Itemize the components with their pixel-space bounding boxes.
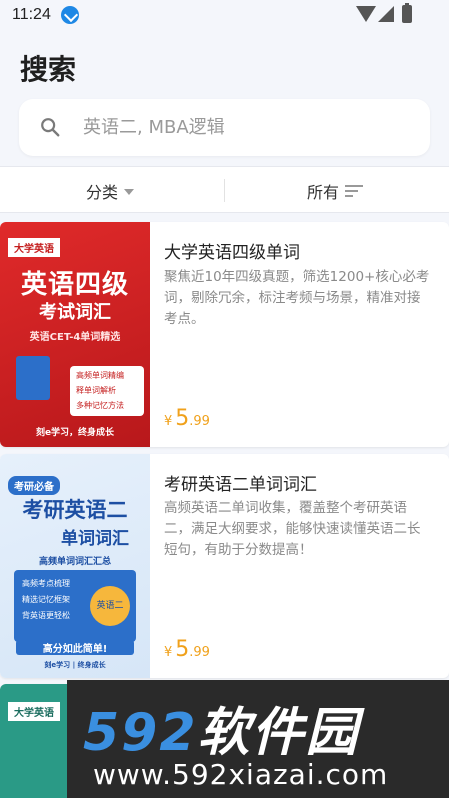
- search-input[interactable]: [83, 112, 403, 142]
- search-box[interactable]: [19, 99, 430, 156]
- watermark-logo: 592软件园 www.592xiazai.com: [67, 680, 449, 798]
- price-decimal: .99: [189, 645, 210, 660]
- watermark-numbers: 592: [83, 703, 198, 763]
- cover-title: 英语四级: [20, 270, 129, 300]
- filter-divider: [224, 179, 225, 202]
- cover-banner: 高分如此简单!: [16, 640, 134, 655]
- book-illustration: [16, 356, 50, 400]
- battery-icon: [402, 3, 412, 23]
- book-cover: 考研必备 考研英语二 单词词汇 高频单词词汇汇总 高频考点梳理 精选记忆框架 背…: [0, 454, 150, 678]
- cover-bullet: 多种记忆方法: [76, 401, 124, 410]
- book-description: 高频英语二单词收集，覆盖整个考研英语二，满足大纲要求，能够快速读懂英语二长短句，…: [164, 500, 421, 558]
- cover-bullet: 释单词解析: [76, 386, 116, 395]
- cover-tag: 考研必备: [8, 476, 60, 495]
- search-icon: [41, 118, 60, 137]
- sort-icon: [345, 184, 363, 198]
- sort-filter-label: 所有: [306, 182, 339, 202]
- cover-bullet: 高频单词精编: [76, 371, 124, 380]
- book-price: ¥ 5 .99: [164, 406, 210, 431]
- book-description: 聚焦近10年四级真题，筛选1200+核心必考词，剔除冗余，标注考频与场景，精准对…: [164, 269, 430, 327]
- cover-badge: 英语二: [90, 586, 130, 626]
- signal-icon: [378, 6, 394, 22]
- watermark-url: www.592xiazai.com: [93, 758, 389, 791]
- book-cover: 大学英语 英语四级 考试词汇 英语CET-4单词精选 高频单词精编 释单词解析 …: [0, 222, 150, 447]
- book-title: 大学英语四级单词: [164, 243, 300, 263]
- book-price: ¥ 5 .99: [164, 637, 210, 662]
- book-title: 考研英语二单词词汇: [164, 475, 317, 495]
- cover-title-2: 考试词汇: [39, 302, 111, 323]
- caret-down-icon: [124, 188, 134, 195]
- cover-bullet-panel: 高频考点梳理 精选记忆框架 背英语更轻松 英语二: [14, 570, 136, 642]
- price-integer: 5: [175, 406, 190, 431]
- cover-bullet: 精选记忆框架: [22, 595, 70, 604]
- cover-bullet-panel: 高频单词精编 释单词解析 多种记忆方法: [70, 366, 144, 416]
- price-symbol: ¥: [164, 414, 173, 429]
- wifi-icon: [356, 6, 376, 22]
- category-filter-label: 分类: [85, 182, 118, 202]
- cover-tag: 大学英语: [8, 702, 60, 721]
- status-bar: 11:24: [0, 0, 449, 32]
- cover-subtitle: 英语CET-4单词精选: [29, 332, 121, 343]
- cover-title: 考研英语二: [22, 498, 128, 522]
- cover-footer: 刻e学习，终身成长: [35, 428, 115, 438]
- cover-bullet: 背英语更轻松: [22, 611, 70, 620]
- book-card[interactable]: 考研必备 考研英语二 单词词汇 高频单词词汇汇总 高频考点梳理 精选记忆框架 背…: [0, 454, 449, 678]
- category-filter[interactable]: 分类: [60, 167, 160, 214]
- cover-bullet: 高频考点梳理: [22, 579, 70, 588]
- book-card[interactable]: 大学英语 英语四级 考试词汇 英语CET-4单词精选 高频单词精编 释单词解析 …: [0, 222, 449, 447]
- cover-subtitle: 高频单词词汇汇总: [38, 557, 111, 567]
- price-decimal: .99: [189, 414, 210, 429]
- status-time: 11:24: [12, 6, 51, 23]
- price-integer: 5: [175, 637, 190, 662]
- cover-footer: 刻e学习 | 终身成长: [44, 661, 106, 669]
- watermark-name: 软件园: [197, 703, 360, 763]
- price-symbol: ¥: [164, 645, 173, 660]
- download-icon: [61, 6, 79, 24]
- sort-filter[interactable]: 所有: [280, 167, 390, 214]
- cover-title-2: 单词词汇: [61, 529, 129, 549]
- page-title: 搜索: [20, 53, 77, 86]
- watermark-text: 592软件园: [83, 690, 360, 765]
- cover-tag: 大学英语: [8, 238, 60, 257]
- filter-bar: 分类 所有: [0, 166, 449, 213]
